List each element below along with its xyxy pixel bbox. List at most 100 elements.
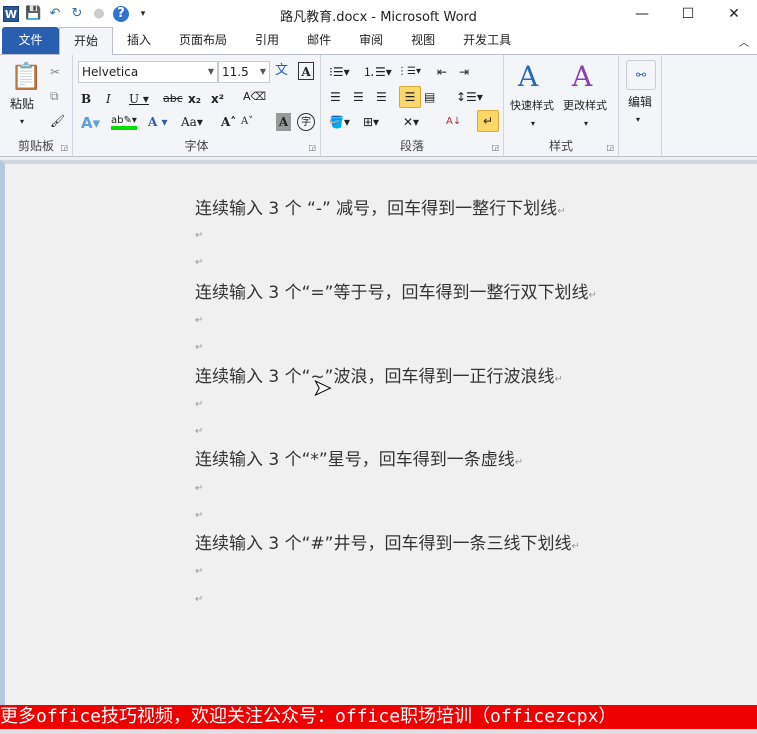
quick-styles-button[interactable]: 快速样式 [510,97,554,115]
clear-formatting-icon[interactable]: A⌫ [243,88,266,106]
quick-styles-icon[interactable]: A [518,59,538,95]
chevron-down-icon[interactable]: ▼ [208,62,214,82]
font-color-icon[interactable]: A ▾ [148,113,168,131]
paragraph-line[interactable]: 连续输入 3 个“*”星号，回车得到一条虚线↵ [195,445,523,470]
customize-toolbar-icon[interactable]: ▾ [135,6,151,22]
paragraph-line[interactable]: ↵ [195,308,203,328]
paste-button[interactable]: 粘贴 [10,95,34,113]
paste-dropdown-icon[interactable]: ▾ [20,113,24,131]
tab-page-layout[interactable]: 页面布局 [165,27,241,54]
paragraph-text: 连续输入 3 个“*”星号，回车得到一条虚线 [195,450,515,470]
decrease-indent-icon[interactable]: ⇤ [437,63,447,81]
paragraph-line[interactable]: ↵ [195,503,203,523]
increase-indent-icon[interactable]: ⇥ [459,63,469,81]
show-marks-icon[interactable]: ↵ [477,110,499,132]
multilevel-list-icon[interactable]: ⋮☰▾ [397,63,421,81]
shading-icon[interactable]: 🪣▾ [329,113,350,131]
sort-icon[interactable]: A↓ [446,113,461,131]
chevron-down-icon[interactable]: ▾ [636,111,640,129]
italic-icon[interactable]: I [106,90,111,108]
font-size-combo[interactable]: 11.5 ▼ [218,61,270,83]
editing-button[interactable]: 编辑 [628,93,652,111]
chevron-down-icon[interactable]: ▾ [584,115,588,133]
paragraph-line[interactable]: ↵ [195,250,203,270]
dialog-launcher-icon[interactable]: ◲ [60,143,68,152]
character-shading-icon[interactable]: A [276,113,291,131]
help-icon[interactable]: ? [113,6,129,22]
close-button[interactable]: ✕ [711,0,757,28]
text-effects-icon[interactable]: A▾ [81,114,100,132]
dialog-launcher-icon[interactable]: ◲ [308,143,316,152]
enclosed-character-icon[interactable]: 字 [297,113,315,131]
cut-icon[interactable]: ✂ [50,63,60,81]
dialog-launcher-icon[interactable]: ◲ [606,143,614,152]
bold-icon[interactable]: B [81,90,91,108]
redo-icon[interactable]: ↻ [69,6,85,22]
borders-icon[interactable]: ⊞▾ [363,113,379,131]
paragraph-line[interactable]: ↵ [195,419,203,439]
align-left-icon[interactable]: ☰ [330,88,341,106]
strikethrough-icon[interactable]: abc [163,90,183,108]
minimize-button[interactable]: — [619,0,665,28]
format-painter-icon[interactable]: 🖌 [50,112,65,130]
find-icon[interactable]: ⚯ [626,60,656,90]
line-spacing-icon[interactable]: ↕☰▾ [456,88,483,106]
paragraph-line[interactable]: ↵ [195,335,203,355]
tab-insert[interactable]: 插入 [113,27,165,54]
group-clipboard: 📋 粘贴 ▾ ✂ ⧉ 🖌 剪贴板 ◲ [0,55,73,157]
font-name-combo[interactable]: Helvetica ▼ [78,61,218,83]
tab-mailings[interactable]: 邮件 [293,27,345,54]
shrink-font-icon[interactable]: A˅ [241,113,253,131]
paragraph-text: 连续输入 3 个“#”井号，回车得到一条三线下划线 [195,534,572,554]
change-case-icon[interactable]: Aa▾ [181,113,203,131]
tab-file[interactable]: 文件 [2,27,59,54]
chinese-layout-icon[interactable]: ✕▾ [403,113,419,131]
paragraph-line[interactable]: ↵ [195,223,203,243]
collapse-ribbon-icon[interactable]: ︿ [739,34,749,49]
align-center-icon[interactable]: ☰ [353,88,364,106]
maximize-button[interactable]: ☐ [665,0,711,28]
numbering-icon[interactable]: ⒈☰▾ [363,63,392,81]
paragraph-line[interactable]: ↵ [195,392,203,412]
document-area[interactable] [0,160,757,705]
align-right-icon[interactable]: ☰ [376,88,387,106]
tab-developer[interactable]: 开发工具 [449,27,525,54]
paste-icon[interactable]: 📋 [10,61,42,93]
change-styles-button[interactable]: 更改样式 [563,97,607,115]
tab-home[interactable]: 开始 [59,27,114,55]
paragraph-line[interactable]: 连续输入 3 个“#”井号，回车得到一条三线下划线↵ [195,529,580,554]
change-styles-icon[interactable]: A [572,59,592,95]
paragraph-line[interactable]: ↵ [195,476,203,496]
subscript-icon[interactable]: x₂ [188,90,201,108]
copy-icon[interactable]: ⧉ [50,87,59,105]
tab-view[interactable]: 视图 [397,27,449,54]
paragraph-text: 连续输入 3 个“=”等于号，回车得到一整行双下划线 [195,283,589,303]
tab-review[interactable]: 审阅 [345,27,397,54]
paragraph-mark-icon: ↵ [571,541,580,552]
paragraph-line[interactable]: 连续输入 3 个“=”等于号，回车得到一整行双下划线↵ [195,278,597,303]
chevron-down-icon[interactable]: ▼ [260,62,266,82]
undo-icon[interactable]: ↶ [47,6,63,22]
superscript-icon[interactable]: x² [211,90,224,108]
paragraph-text: 连续输入 3 个“~”波浪，回车得到一正行波浪线 [195,367,555,387]
paragraph-line[interactable]: ↵ [195,587,203,607]
save-icon[interactable]: 💾 [25,6,41,22]
paragraph-line[interactable]: ↵ [195,559,203,579]
group-label: 段落 [399,139,424,153]
distributed-icon[interactable]: ▤ [424,88,435,106]
paragraph-line[interactable]: 连续输入 3 个“~”波浪，回车得到一正行波浪线↵ [195,362,563,387]
bullets-icon[interactable]: ⁝☰▾ [329,63,350,81]
justify-icon[interactable]: ☰ [399,86,421,108]
character-border-icon[interactable]: A [298,62,314,80]
underline-icon[interactable]: U ▾ [129,90,149,108]
dialog-launcher-icon[interactable]: ◲ [491,143,499,152]
chevron-down-icon[interactable]: ▾ [531,115,535,133]
paragraph-mark-icon: ↵ [195,399,204,410]
paragraph-line[interactable]: 连续输入 3 个 “-” 减号，回车得到一整行下划线↵ [195,194,566,219]
paragraph-mark-icon: ↵ [195,257,204,268]
paragraph-mark-icon: ↵ [554,374,563,385]
highlight-icon[interactable]: ab✎▾ [111,112,137,130]
tab-references[interactable]: 引用 [241,27,293,54]
phonetic-guide-icon[interactable]: 文 [275,62,288,80]
grow-font-icon[interactable]: A˄ [221,113,236,131]
